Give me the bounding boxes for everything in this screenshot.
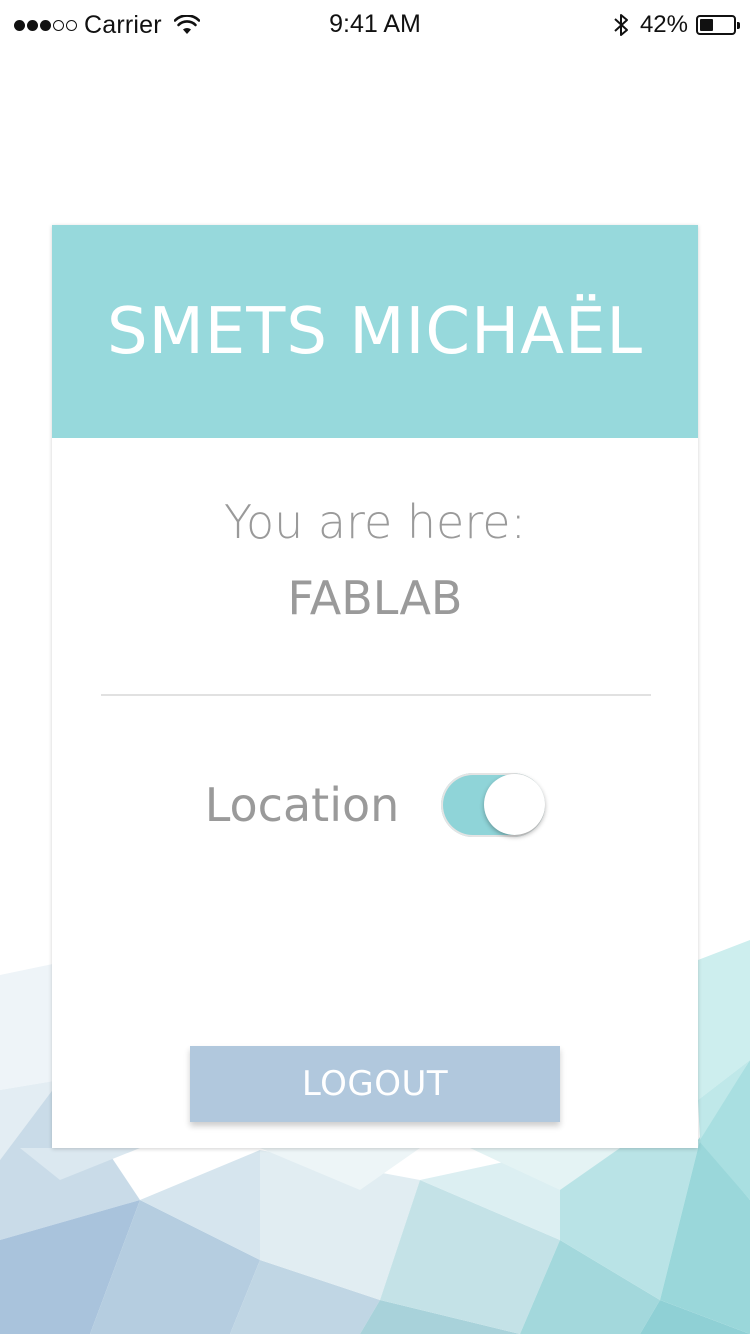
status-bar: Carrier 9:41 AM 42% — [0, 0, 750, 50]
location-heading: You are here: — [223, 495, 527, 549]
status-bar-right: 42% — [612, 8, 740, 42]
current-location: FABLAB — [287, 571, 463, 625]
logout-button[interactable]: LOGOUT — [190, 1046, 560, 1122]
divider — [101, 694, 651, 696]
profile-card: SMETS MICHAËL You are here: FABLAB Locat… — [52, 225, 698, 1148]
user-name: SMETS MICHAËL — [106, 294, 644, 369]
battery-tip — [737, 22, 740, 29]
battery-fill — [700, 19, 713, 31]
card-header: SMETS MICHAËL — [52, 225, 698, 438]
toggle-knob — [484, 774, 546, 835]
battery-percentage: 42% — [639, 11, 688, 38]
location-toggle[interactable] — [441, 773, 546, 837]
location-setting-row: Location — [52, 770, 698, 840]
location-toggle-label: Location — [204, 778, 400, 832]
battery-icon — [696, 15, 740, 35]
bluetooth-icon — [614, 14, 628, 36]
